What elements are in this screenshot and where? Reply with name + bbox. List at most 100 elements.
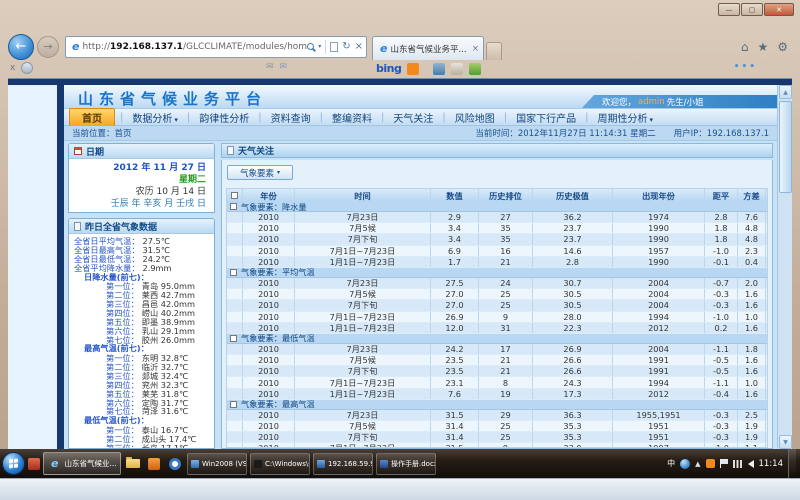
table-row[interactable]: 20107月1日~7月23日31.5933.01997-1.01.1 [227, 443, 767, 448]
group-checkbox[interactable] [230, 203, 237, 210]
nav-item-5[interactable]: 天气关注 [385, 109, 441, 126]
pinned-app-circle[interactable] [166, 454, 184, 474]
row-cell: 7月1日~7月23日 [295, 246, 431, 256]
browser-viewport: 山东省气候业务平台 欢迎您，admin先生/小姐 首页|数据分析▾|韵律性分析|… [8, 78, 792, 449]
table-row[interactable]: 20107月1日~7月23日26.9928.01994-1.01.0 [227, 312, 767, 323]
table-row[interactable]: 20107月1日~7月23日23.1824.31994-1.11.0 [227, 377, 767, 388]
refresh-icon[interactable]: ↻ [342, 41, 350, 52]
scroll-down-arrow[interactable]: ▼ [779, 435, 792, 449]
favorites-star-icon[interactable]: ★ [757, 40, 768, 54]
row-cell: 7月下旬 [295, 234, 431, 244]
browser-tab[interactable]: e 山东省气候业务平... × [372, 36, 484, 60]
maximize-button[interactable]: ▢ [741, 3, 763, 16]
back-button[interactable]: ← [8, 34, 34, 60]
explorer-taskbar-item[interactable] [124, 454, 142, 474]
settings-gear-icon[interactable]: ⚙ [777, 40, 788, 54]
nav-item-7[interactable]: 国家下行产品 [508, 109, 584, 126]
taskbar-task-2[interactable]: 192.168.59.99... [313, 453, 373, 475]
minimize-button[interactable]: — [718, 3, 740, 16]
new-tab-button[interactable] [486, 42, 502, 60]
taskbar-task-0[interactable]: Win2008 (VS2... [187, 453, 247, 475]
tray-app-icon[interactable] [680, 459, 690, 469]
table-row[interactable]: 20107月下旬3.43523.719901.84.8 [227, 234, 767, 245]
scrollbar-thumb[interactable] [779, 101, 792, 193]
table-row[interactable]: 20107月下旬27.02530.52004-0.31.6 [227, 300, 767, 311]
table-row[interactable]: 20107月5候23.52126.61991-0.51.6 [227, 355, 767, 366]
speaker-icon[interactable] [748, 460, 754, 468]
table-row[interactable]: 20107月23日2.92736.219742.87.6 [227, 212, 767, 223]
toolbar-app-icon-2[interactable] [433, 63, 445, 75]
nav-item-8[interactable]: 周期性分析▾ [590, 109, 662, 126]
table-row[interactable]: 20107月下旬31.42535.31951-0.31.9 [227, 432, 767, 443]
pinned-app-orange[interactable] [145, 454, 163, 474]
taskbar: e 山东省气候业... Win2008 (VS2...C:\Windows\s.… [0, 449, 800, 478]
row-cell: 21 [479, 355, 533, 365]
mail-icon[interactable]: ✉ [266, 62, 274, 72]
address-bar[interactable]: e http://192.168.137.1/GLCCLIMATE/module… [65, 36, 367, 58]
row-cell: 25 [479, 289, 533, 299]
table-row[interactable]: 20107月5候27.02530.52004-0.31.6 [227, 289, 767, 300]
row-cell: 23.1 [431, 377, 479, 387]
row-cell: -0.3 [705, 432, 738, 442]
toolbar-app-icon-4[interactable] [469, 63, 481, 75]
group-checkbox[interactable] [230, 269, 237, 276]
toolbar-app-icon-3[interactable] [451, 63, 463, 75]
addon-icon[interactable] [21, 62, 33, 74]
language-indicator[interactable]: 中 [667, 458, 675, 469]
show-desktop-button[interactable] [788, 449, 796, 478]
start-button[interactable] [2, 452, 25, 475]
taskbar-task-3[interactable]: 操作手册.docx ... [376, 453, 436, 475]
table-row[interactable]: 20107月1日~7月23日6.91614.61957-1.02.3 [227, 246, 767, 257]
group-checkbox[interactable] [230, 401, 237, 408]
group-checkbox[interactable] [230, 335, 237, 342]
nav-divider: | [585, 112, 588, 123]
nav-item-2[interactable]: 韵律性分析 [191, 109, 257, 126]
share-icon[interactable]: ✉ [280, 62, 288, 72]
row-cell: 2.8 [533, 257, 613, 267]
close-toolbar-icon[interactable]: x [10, 63, 15, 73]
tab-close-icon[interactable]: × [472, 44, 479, 54]
action-center-flag-icon[interactable] [720, 459, 728, 468]
pinned-app-icon[interactable] [28, 458, 40, 470]
row-cell: 8 [479, 377, 533, 387]
forward-button[interactable]: → [37, 36, 59, 58]
home-icon[interactable]: ⌂ [741, 40, 749, 54]
table-row[interactable]: 20107月23日27.52430.72004-0.72.0 [227, 278, 767, 289]
row-cell: 7月下旬 [295, 432, 431, 442]
stop-icon[interactable]: × [355, 41, 363, 52]
scroll-up-arrow[interactable]: ▲ [779, 85, 792, 99]
row-cell: 2010 [243, 246, 295, 256]
nav-item-3[interactable]: 资料查询 [263, 109, 319, 126]
search-dropdown-icon[interactable]: ▾ [318, 43, 321, 50]
row-cell: 3.4 [431, 223, 479, 233]
select-all-checkbox[interactable] [231, 192, 238, 199]
toolbar-app-icon-1[interactable] [407, 63, 419, 75]
show-hidden-icons[interactable]: ▲ [695, 460, 700, 468]
vertical-scrollbar[interactable]: ▲ ▼ [777, 85, 792, 449]
search-icon[interactable] [307, 43, 314, 50]
nav-item-1[interactable]: 数据分析▾ [124, 109, 186, 126]
close-button[interactable]: ✕ [764, 3, 794, 16]
compatibility-view-icon[interactable] [330, 42, 338, 52]
table-row[interactable]: 20107月5候3.43523.719901.84.8 [227, 223, 767, 234]
nav-item-4[interactable]: 整编资料 [324, 109, 380, 126]
nav-item-0[interactable]: 首页 [69, 108, 115, 127]
element-filter-button[interactable]: 气象要素 ▾ [227, 165, 293, 180]
browser-app-icon [169, 458, 181, 470]
tray-security-icon[interactable] [706, 459, 715, 468]
network-icon[interactable] [733, 460, 743, 468]
nav-item-6[interactable]: 风险地图 [447, 109, 503, 126]
row-cell: 27.0 [431, 289, 479, 299]
table-row[interactable]: 20107月下旬23.52126.61991-0.51.6 [227, 366, 767, 377]
bing-logo[interactable]: bing [376, 62, 401, 75]
taskbar-task-1[interactable]: C:\Windows\s... [250, 453, 310, 475]
calendar-panel-title: 日期 [86, 145, 104, 158]
more-options-icon[interactable]: ••• [734, 62, 757, 72]
task-app-icon [254, 460, 262, 468]
taskbar-ie-window[interactable]: e 山东省气候业... [43, 452, 121, 475]
row-cell: 2010 [243, 323, 295, 333]
table-row[interactable]: 20107月23日24.21726.92004-1.11.8 [227, 344, 767, 355]
table-row[interactable]: 20107月5候31.42535.31951-0.31.9 [227, 421, 767, 432]
table-row[interactable]: 20107月23日31.52936.31955,1951-0.32.5 [227, 410, 767, 421]
taskbar-clock[interactable]: 11:14 [759, 459, 784, 469]
